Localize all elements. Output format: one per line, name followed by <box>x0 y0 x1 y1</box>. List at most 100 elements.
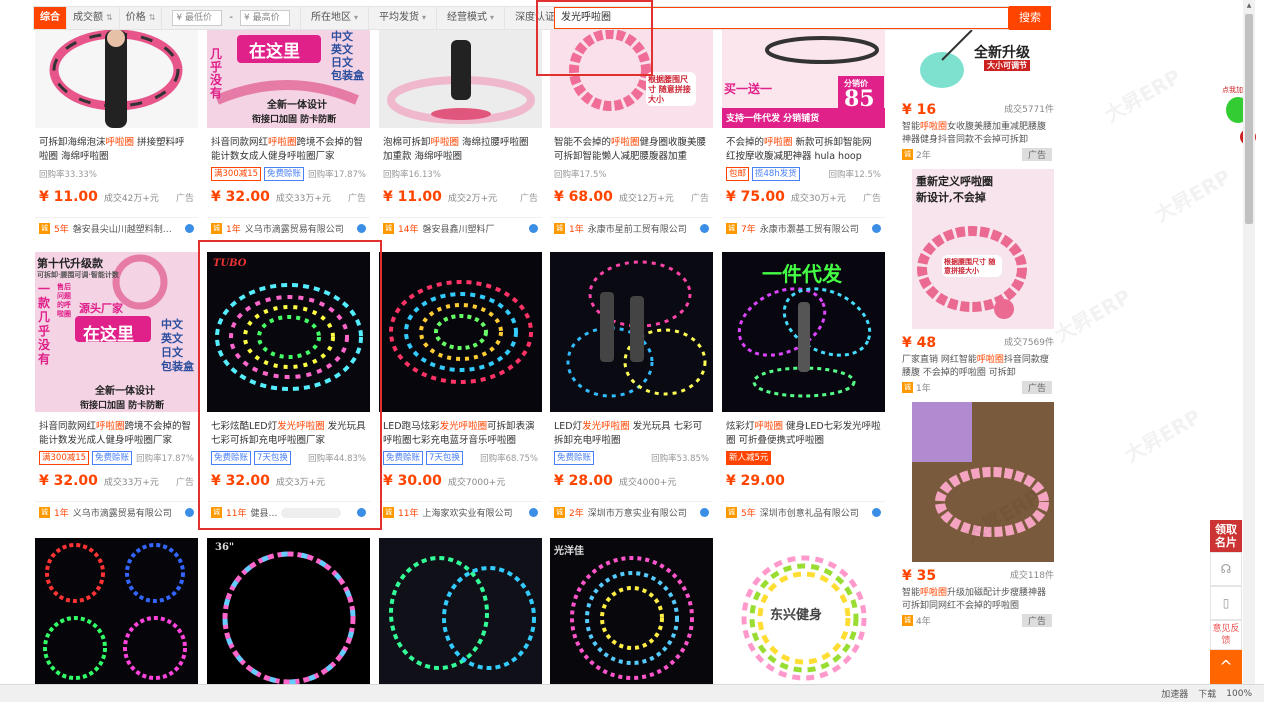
product-card[interactable]: 一件代发 炫彩灯呼啦圈 健身LED七彩发光呼啦圈 可折叠便携式呼啦圈 新人减5元… <box>722 252 885 519</box>
chat-icon[interactable] <box>357 224 366 233</box>
shop-row[interactable]: 诚 2年 深圳市万意实业有限公司 <box>550 501 713 519</box>
product-card[interactable]: 东兴健身 <box>722 538 885 684</box>
scroll-thumb[interactable] <box>1245 14 1253 224</box>
product-title[interactable]: 智能不会掉的呼啦圈健身圈收腹美腰可拆卸智能懒人减肥腰腹器加重 <box>550 136 713 164</box>
download-button[interactable]: 下载 <box>1198 687 1216 700</box>
shop-row[interactable]: 诚 14年 磐安县鑫川塑料厂 <box>379 217 542 235</box>
product-card[interactable]: TUBO 七彩炫酷LED灯发光呼啦圈 发光玩具 七彩可拆卸充电呼啦圈厂家 免费赊… <box>207 252 370 519</box>
shop-name[interactable]: 深圳市万意实业有限公司 <box>588 506 687 519</box>
product-image[interactable]: 东兴健身 <box>722 538 885 684</box>
product-card[interactable]: LED灯发光呼啦圈 发光玩具 七彩可拆卸充电呼啦圈 免费赊账 回购率53.85% … <box>550 252 713 519</box>
product-card[interactable]: 根据腰围尺寸 随意拼接大小 智能不会掉的呼啦圈健身圈收腹美腰可拆卸智能懒人减肥腰… <box>550 30 713 235</box>
shop-name[interactable]: 永康市灏基工贸有限公司 <box>760 222 859 235</box>
shop-name[interactable]: 义乌市滴露贸易有限公司 <box>245 222 344 235</box>
product-image[interactable] <box>550 252 713 412</box>
filter-region[interactable]: 所在地区 ▾ <box>301 7 370 29</box>
chat-icon[interactable] <box>185 508 194 517</box>
product-card[interactable] <box>35 538 198 684</box>
product-title[interactable]: 七彩炫酷LED灯发光呼啦圈 发光玩具 七彩可拆卸充电呼啦圈厂家 <box>207 420 370 448</box>
search-input[interactable]: 发光呼啦圈 <box>554 7 1009 29</box>
filter-shipping[interactable]: 平均发货 ▾ <box>369 7 438 29</box>
product-title[interactable]: LED跑马炫彩发光呼啦圈可拆卸表演呼啦圈七彩充电蓝牙音乐呼啦圈 <box>379 420 542 448</box>
shop-name[interactable]: 磐安县尖山川越塑料制… <box>73 222 172 235</box>
shop-row[interactable]: 诚 11年 健县… <box>207 501 370 519</box>
shop-row[interactable]: 诚 11年 上海家欢实业有限公司 <box>379 501 542 519</box>
shop-name[interactable]: 上海家欢实业有限公司 <box>422 506 512 519</box>
chat-icon[interactable] <box>700 508 709 517</box>
product-title[interactable]: 抖音同款网红呼啦圈跨境不会掉的智能计数女成人健身呼啦圈厂家 <box>207 136 370 164</box>
max-price-input[interactable]: ¥ 最高价 <box>240 10 291 26</box>
product-title[interactable]: 炫彩灯呼啦圈 健身LED七彩发光呼啦圈 可折叠便携式呼啦圈 <box>722 420 885 448</box>
min-price-input[interactable]: ¥ 最低价 <box>172 10 223 26</box>
product-card[interactable]: 光洋佳 <box>550 538 713 684</box>
service-icon[interactable]: ☊ <box>1210 552 1242 586</box>
filter-business-mode[interactable]: 经营模式 ▾ <box>437 7 506 29</box>
product-title[interactable]: LED灯发光呼啦圈 发光玩具 七彩可拆卸充电呼啦圈 <box>550 420 713 448</box>
shop-row[interactable]: 诚 5年 磐安县尖山川越塑料制… <box>35 217 198 235</box>
product-card[interactable]: 泡棉可拆卸呼啦圈 海绵拉腰呼啦圈加重款 海绵呼啦圈 回购率16.13% ¥ 11… <box>379 30 542 235</box>
shop-row[interactable]: 诚 1年 义乌市滴露贸易有限公司 <box>207 217 370 235</box>
product-image[interactable]: 买一送一 支持一件代发 分销铺货 分销价 85 <box>722 30 885 128</box>
product-image[interactable] <box>35 30 198 128</box>
feedback-button[interactable]: 意见反馈 <box>1210 620 1242 650</box>
sort-tab-sales[interactable]: 成交额 ⇅ <box>67 7 120 29</box>
product-image[interactable] <box>379 252 542 412</box>
shop-name[interactable]: 深圳市创意礼品有限公司 <box>760 506 859 519</box>
shop-row[interactable]: 诚 5年 深圳市创意礼品有限公司 <box>722 501 885 519</box>
recommend-item[interactable]: 重新定义呼啦圈 新设计,不会掉 根据腰围尺寸 随意拼接大小 ¥ 48 成交7569… <box>892 169 1062 394</box>
zoom-level[interactable]: 100% <box>1226 689 1252 699</box>
product-card[interactable]: 第十代升级款 可拆卸·腰围可调·智能计数 一款几乎没有 源头厂家 售后问题的呼啦… <box>35 252 198 519</box>
chat-icon[interactable] <box>357 508 366 517</box>
product-image[interactable]: 一件代发 <box>722 252 885 412</box>
product-image[interactable] <box>912 402 1054 562</box>
product-card[interactable]: LED跑马炫彩发光呼啦圈可拆卸表演呼啦圈七彩充电蓝牙音乐呼啦圈 免费赊账 7天包换… <box>379 252 542 519</box>
shop-name[interactable]: 健县… <box>250 506 277 519</box>
product-title[interactable]: 智能呼啦圈女收腹美腰加重减肥腰腹神器健身抖音同款不会掉可拆卸 <box>892 118 1062 148</box>
back-to-top-button[interactable]: ^ <box>1210 650 1242 684</box>
product-image[interactable]: 36" <box>207 538 370 684</box>
product-image[interactable]: TUBO <box>207 252 370 412</box>
shop-row[interactable]: 诚 1年 义乌市滴露贸易有限公司 <box>35 501 198 519</box>
product-image[interactable]: 重新定义呼啦圈 新设计,不会掉 根据腰围尺寸 随意拼接大小 <box>912 169 1054 329</box>
product-title[interactable]: 抖音同款网红呼啦圈跨境不会掉的智能计数发光成人健身呼啦圈厂家 <box>35 420 198 448</box>
product-card[interactable]: 买一送一 支持一件代发 分销铺货 分销价 85 不会掉的呼啦圈 新款可拆卸智能网… <box>722 30 885 235</box>
chat-icon[interactable] <box>529 508 538 517</box>
product-title[interactable]: 可拆卸海绵泡沫呼啦圈 拼接塑料呼啦圈 海绵呼啦圈 <box>35 136 198 164</box>
product-card[interactable]: 在这里 几乎没有 中文 英文 日文 包装盒 全新一体设计 衔接口加固 防卡防断 抖音同… <box>207 30 370 235</box>
product-image[interactable]: 根据腰围尺寸 随意拼接大小 <box>550 30 713 128</box>
shop-row[interactable]: 诚 7年 永康市灏基工贸有限公司 <box>722 217 885 235</box>
product-card[interactable] <box>379 538 542 684</box>
scroll-up-icon[interactable]: ▲ <box>1245 2 1253 10</box>
get-card-button[interactable]: 领取名片 <box>1210 520 1242 552</box>
product-image[interactable]: 光洋佳 <box>550 538 713 684</box>
sort-tab-comprehensive[interactable]: 综合 <box>34 7 67 29</box>
recommend-item[interactable]: ¥ 35 成交118件 智能呼啦圈升级加磁配计步瘦腰神器可拆卸同网红不会掉的呼啦圈… <box>892 402 1062 627</box>
product-image[interactable]: 全新升级 大小可调节 <box>912 30 1054 96</box>
sort-tab-price[interactable]: 价格 ⇅ <box>120 7 163 29</box>
chat-icon[interactable] <box>700 224 709 233</box>
recommend-item[interactable]: 全新升级 大小可调节 ¥ 16 成交5771件 智能呼啦圈女收腹美腰加重减肥腰腹神… <box>892 30 1062 161</box>
chat-icon[interactable] <box>185 224 194 233</box>
product-image[interactable] <box>379 538 542 684</box>
shop-row[interactable]: 诚 1年 永康市星前工贸有限公司 <box>550 217 713 235</box>
phone-icon[interactable]: ▯ <box>1210 586 1242 620</box>
product-image[interactable] <box>379 30 542 128</box>
product-card[interactable]: 可拆卸海绵泡沫呼啦圈 拼接塑料呼啦圈 海绵呼啦圈 回购率33.33% ¥ 11.… <box>35 30 198 235</box>
chat-icon[interactable] <box>529 224 538 233</box>
product-card[interactable]: 36" <box>207 538 370 684</box>
accelerator-button[interactable]: 加速器 <box>1161 687 1188 700</box>
shop-name[interactable]: 磐安县鑫川塑料厂 <box>422 222 494 235</box>
product-title[interactable]: 厂家直销 网红智能呼啦圈抖音同款瘦腰腹 不会掉的呼啦圈 可拆卸 <box>892 351 1062 381</box>
search-button[interactable]: 搜索 <box>1009 6 1051 30</box>
scrollbar[interactable]: ▲ <box>1243 0 1255 702</box>
chat-icon[interactable] <box>872 508 881 517</box>
product-image[interactable]: 在这里 几乎没有 中文 英文 日文 包装盒 全新一体设计 衔接口加固 防卡防断 <box>207 30 370 128</box>
chat-icon[interactable] <box>872 224 881 233</box>
shop-name[interactable]: 义乌市滴露贸易有限公司 <box>73 506 172 519</box>
product-title[interactable]: 智能呼啦圈升级加磁配计步瘦腰神器可拆卸同网红不会掉的呼啦圈 <box>892 584 1062 614</box>
shop-name[interactable]: 永康市星前工贸有限公司 <box>588 222 687 235</box>
product-title[interactable]: 不会掉的呼啦圈 新款可拆卸智能网红按摩收腹减肥神器 hula hoop <box>722 136 885 164</box>
product-image[interactable]: 第十代升级款 可拆卸·腰围可调·智能计数 一款几乎没有 源头厂家 售后问题的呼啦… <box>35 252 198 412</box>
product-title[interactable]: 泡棉可拆卸呼啦圈 海绵拉腰呼啦圈加重款 海绵呼啦圈 <box>379 136 542 164</box>
product-image[interactable] <box>35 538 198 684</box>
